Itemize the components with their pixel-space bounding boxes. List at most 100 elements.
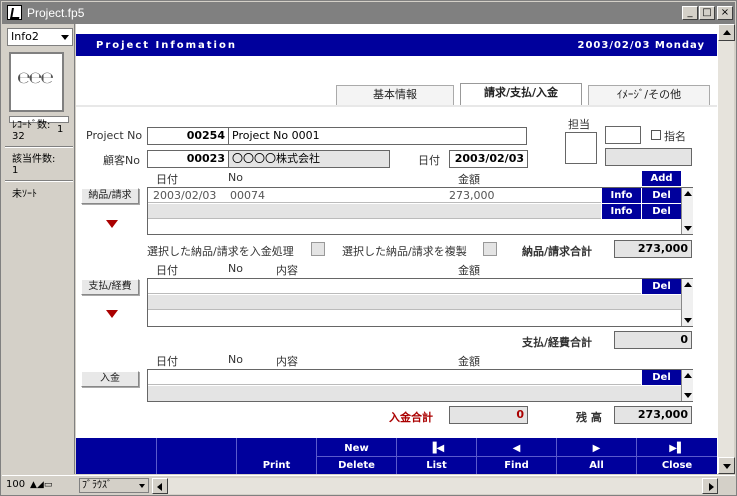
deposit-button[interactable]: 入金 (81, 371, 139, 387)
minimize-button[interactable]: _ (682, 6, 698, 20)
maximize-button[interactable]: □ (699, 6, 715, 20)
copy-selected-label: 選択した納品/請求を複製 (342, 245, 467, 258)
layout-select[interactable]: Info2 (7, 28, 73, 46)
deposit-list-scrollbar[interactable] (681, 370, 693, 401)
tab-basic-info[interactable]: 基本情報 (336, 85, 454, 105)
invoice-del-button[interactable]: Del (641, 188, 681, 203)
balance-field: 273,000 (614, 406, 692, 424)
designate-checkbox[interactable] (651, 130, 661, 140)
payment-list[interactable]: Del (147, 278, 693, 327)
red-triangle-icon[interactable] (106, 220, 118, 228)
divider (5, 146, 73, 148)
date-field[interactable]: 2003/02/03 (449, 150, 528, 168)
scroll-down-icon[interactable] (718, 457, 735, 474)
window-horizontal-scrollbar[interactable] (152, 478, 718, 494)
red-triangle-icon[interactable] (106, 310, 118, 318)
deposit-col-amount: 金額 (458, 355, 480, 368)
copy-selected-checkbox[interactable] (483, 242, 497, 256)
list-button[interactable]: List (397, 460, 476, 471)
table-row[interactable]: Info Del (148, 204, 681, 219)
tab-billing[interactable]: 請求/支払/入金 (460, 83, 582, 105)
invoice-list-scrollbar[interactable] (681, 188, 693, 234)
find-button[interactable]: Find (477, 460, 556, 471)
scroll-down-icon[interactable] (684, 318, 692, 323)
invoice-col-no: No (228, 171, 243, 184)
scroll-right-icon[interactable] (702, 478, 718, 494)
scroll-up-icon[interactable] (684, 282, 692, 287)
all-button[interactable]: All (557, 460, 636, 471)
payment-total-label: 支払/経費合計 (522, 336, 593, 349)
scroll-down-icon[interactable] (684, 226, 692, 231)
invoice-add-button[interactable]: Add (641, 171, 681, 186)
close-window-button[interactable]: × (717, 6, 733, 20)
table-row[interactable] (148, 311, 681, 326)
invoice-row-amount: 273,000 (449, 189, 495, 202)
new-button[interactable]: New (317, 443, 396, 454)
invoice-button[interactable]: 納品/請求 (81, 188, 139, 204)
designate-label: 指名 (664, 130, 686, 143)
client-no-field[interactable]: 00023 (147, 150, 229, 168)
close-button[interactable]: Close (637, 460, 717, 471)
table-row[interactable] (148, 295, 681, 310)
date-label: 日付 (418, 154, 440, 167)
deposit-col-no: No (228, 353, 243, 366)
scroll-left-icon[interactable] (152, 478, 168, 494)
book-icon[interactable]: ℮℮℮ (9, 52, 64, 112)
staff-name-field[interactable] (605, 148, 692, 166)
table-row[interactable] (148, 386, 681, 401)
table-row[interactable]: 2003/02/03 00074 273,000 Info Del (148, 188, 681, 203)
deposit-list[interactable]: Del (147, 369, 693, 402)
print-label: Print (262, 460, 291, 471)
payment-del-button[interactable]: Del (641, 279, 681, 294)
staff-code-field[interactable] (605, 126, 641, 144)
invoice-col-amount: 金額 (458, 173, 480, 186)
project-name-field[interactable]: Project No 0001 (228, 127, 527, 145)
last-record-icon[interactable]: ▶▌ (637, 443, 717, 454)
deposit-col-date: 日付 (156, 355, 178, 368)
scroll-up-icon[interactable] (718, 24, 735, 41)
process-selected-checkbox[interactable] (311, 242, 325, 256)
prev-record-icon[interactable]: ◀ (477, 443, 556, 454)
record-count: 32 (12, 131, 25, 142)
record-count-label: ﾚｺｰﾄﾞ数: (12, 120, 51, 131)
deposit-total-field: 0 (449, 406, 528, 424)
invoice-info-button[interactable]: Info (601, 188, 641, 203)
delete-button[interactable]: Delete (317, 460, 396, 471)
balance-label: 残 高 (576, 411, 602, 424)
layout-select-value: Info2 (11, 30, 39, 43)
payment-button[interactable]: 支払/経費 (81, 279, 139, 295)
found-count-label: 該当件数: (12, 154, 56, 165)
page-header: Project Infomation 2003/02/03 Monday (76, 34, 717, 56)
project-no-field[interactable]: 00254 (147, 127, 229, 145)
table-row[interactable]: Del (148, 279, 681, 294)
scroll-down-icon[interactable] (684, 393, 692, 398)
window-vertical-scrollbar[interactable] (717, 24, 735, 474)
tab-image-other[interactable]: ｲﾒｰｼﾞ/その他 (588, 85, 710, 105)
next-record-icon[interactable]: ▶ (557, 443, 636, 454)
window-title: Project.fp5 (27, 6, 85, 20)
invoice-total-label: 納品/請求合計 (522, 245, 593, 258)
payment-col-content: 内容 (276, 264, 298, 277)
deposit-col-content: 内容 (276, 355, 298, 368)
scroll-up-icon[interactable] (684, 373, 692, 378)
print-button[interactable]: Print (236, 438, 316, 474)
payment-list-scrollbar[interactable] (681, 279, 693, 326)
invoice-del-button[interactable]: Del (641, 204, 681, 219)
zoom-level[interactable]: 100 (6, 479, 25, 490)
invoice-list[interactable]: 2003/02/03 00074 273,000 Info Del Info D… (147, 187, 693, 235)
first-record-icon[interactable]: ▐◀ (397, 443, 476, 454)
invoice-info-button[interactable]: Info (601, 204, 641, 219)
staff-box[interactable] (565, 132, 597, 164)
deposit-del-button[interactable]: Del (641, 370, 681, 385)
filemaker-app-icon (7, 5, 22, 20)
title-bar[interactable]: Project.fp5 _ □ × (2, 2, 735, 24)
table-row[interactable] (148, 220, 681, 235)
table-row[interactable]: Del (148, 370, 681, 385)
sort-status: 未ｿｰﾄ (12, 189, 37, 200)
zoom-controls-icon[interactable]: ▲◢▭ (30, 480, 52, 490)
scroll-up-icon[interactable] (684, 191, 692, 196)
payment-col-no: No (228, 262, 243, 275)
mode-select[interactable]: ﾌﾞﾗｳｽﾞ (79, 478, 149, 493)
invoice-total-field: 273,000 (614, 240, 692, 258)
client-name-field[interactable]: 〇〇〇〇株式会社 (228, 150, 390, 168)
